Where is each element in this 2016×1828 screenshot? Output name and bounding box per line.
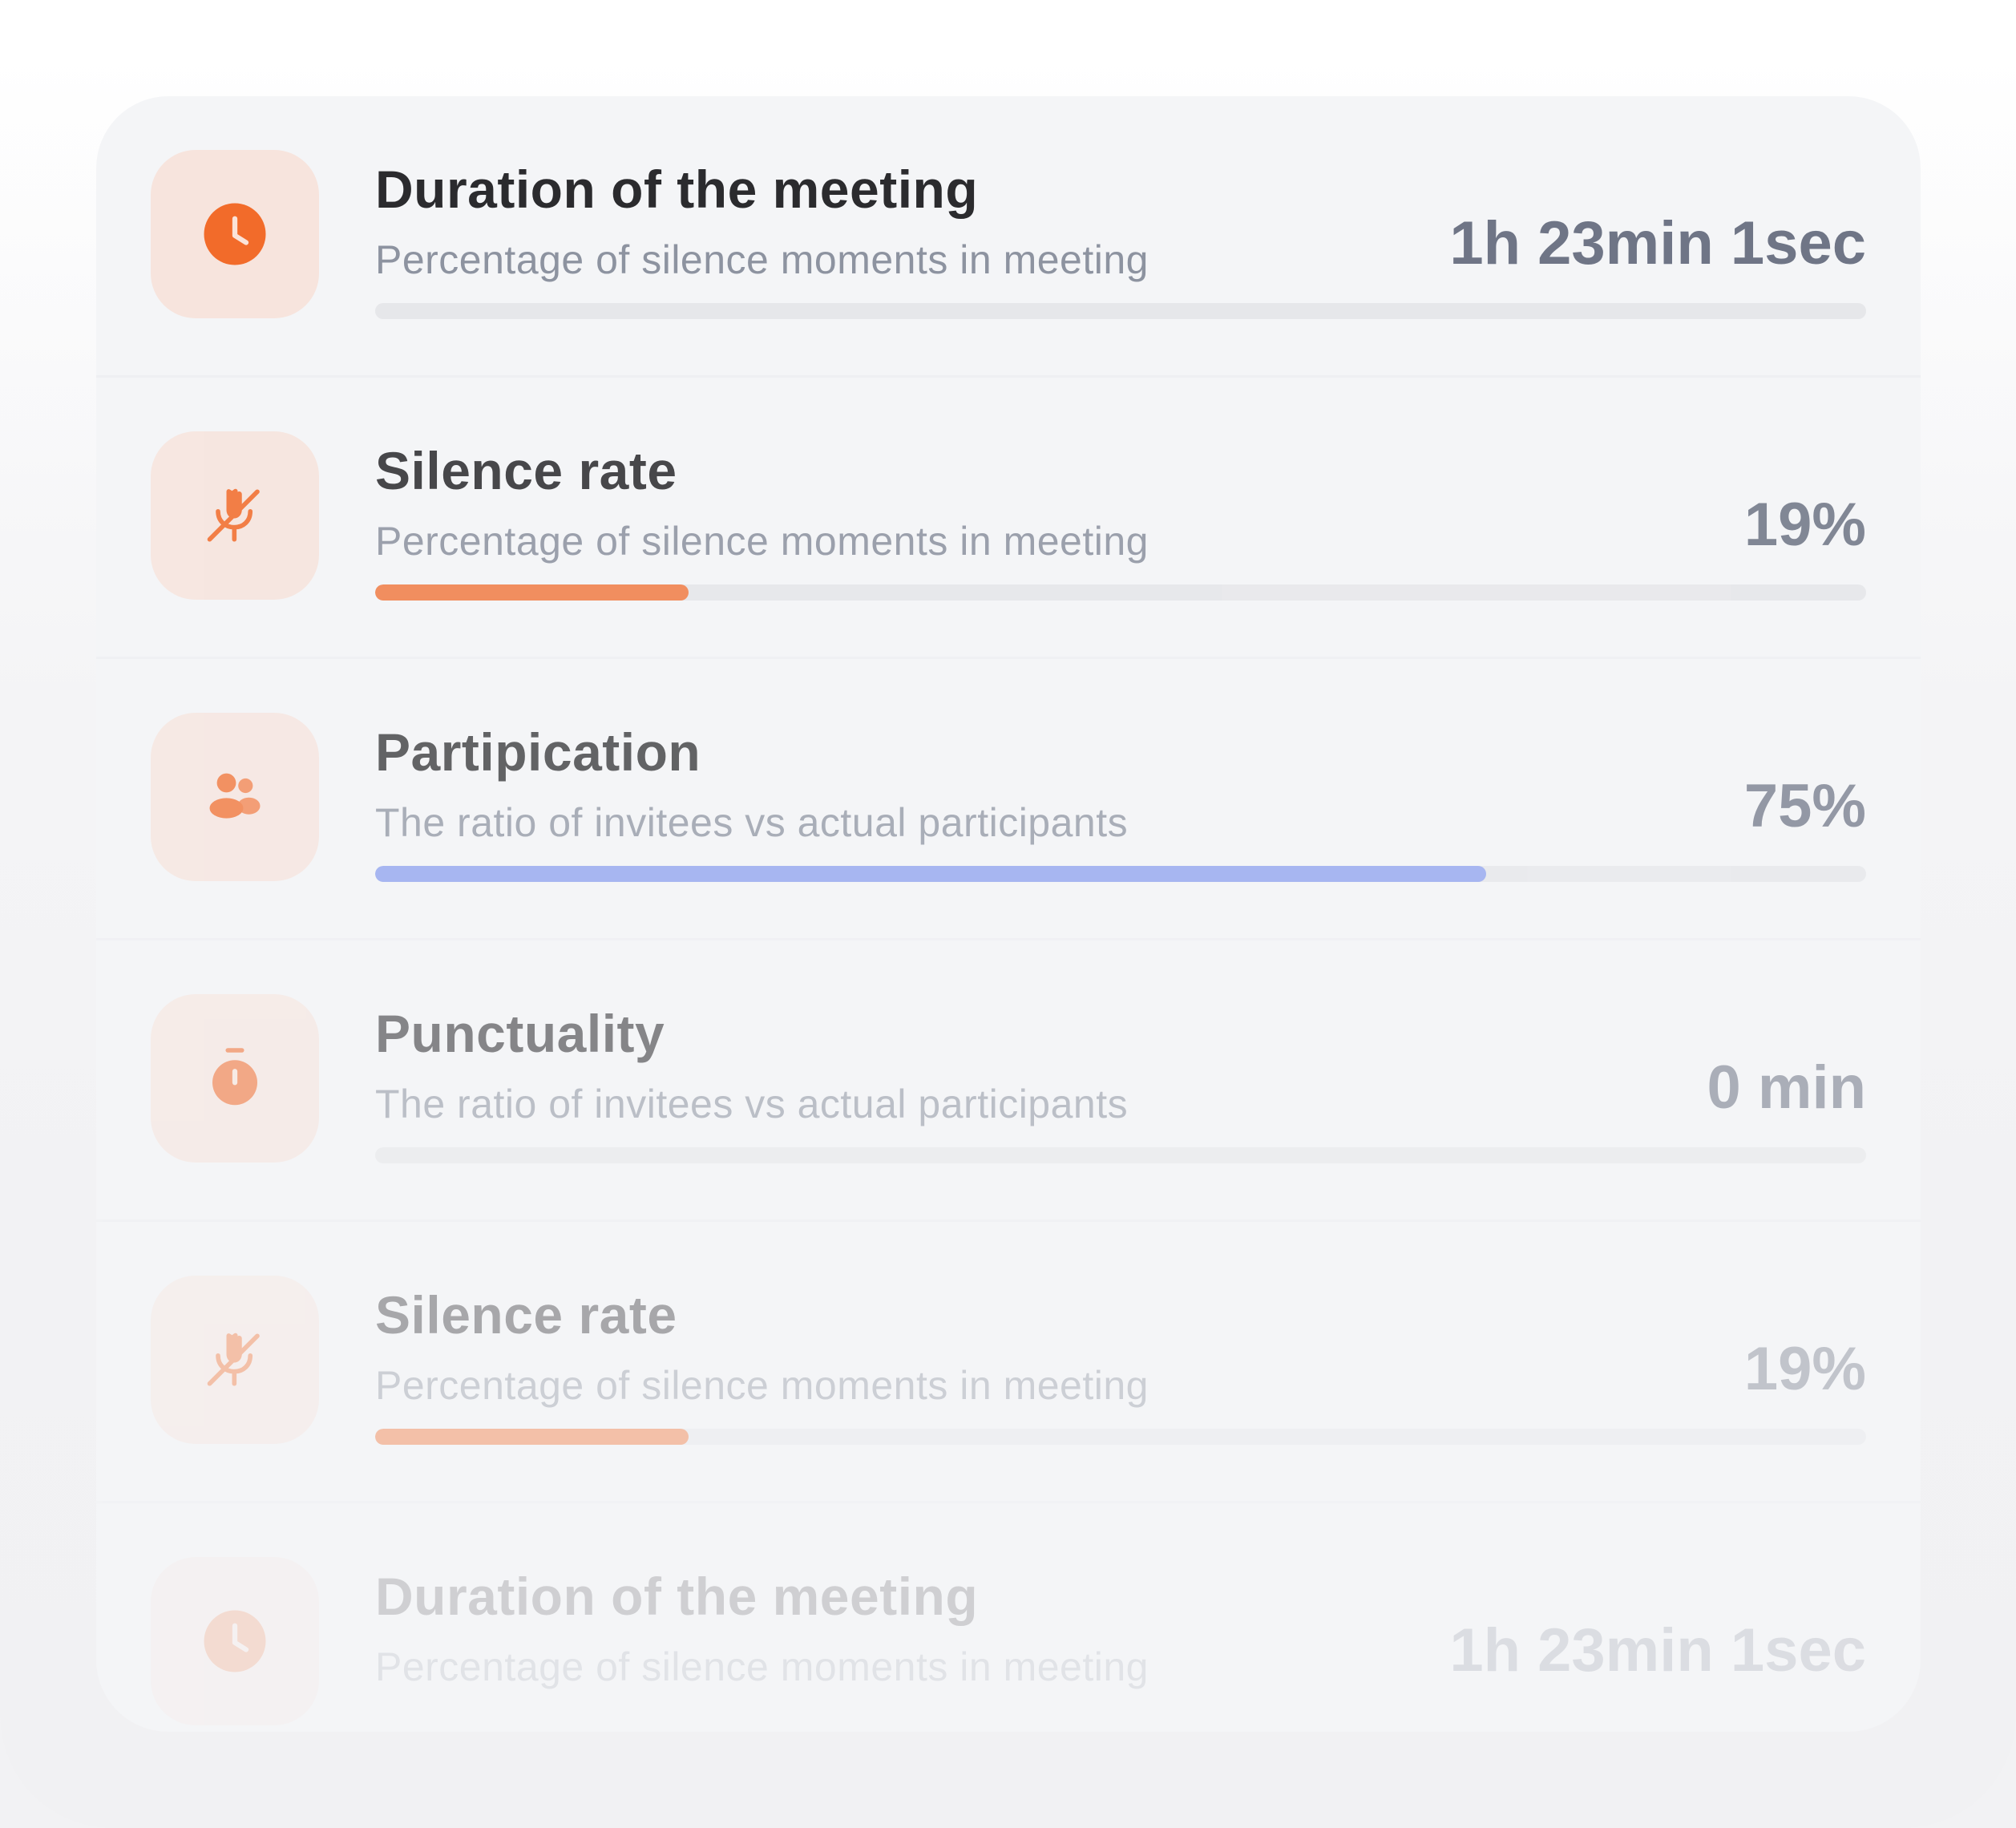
metric-title: Punctuality	[375, 1004, 665, 1063]
progress-track	[375, 303, 1866, 319]
metric-subtitle: Percentage of silence moments in meeting	[375, 237, 1149, 282]
metric-title: Duration of the meeting	[375, 1567, 979, 1626]
progress-fill	[375, 584, 689, 601]
metric-subtitle: The ratio of invitees vs actual particip…	[375, 1082, 1129, 1126]
progress-track	[375, 866, 1866, 882]
users-icon	[209, 773, 261, 819]
progress-track	[375, 1147, 1866, 1163]
metric-row-duration[interactable]: Duration of the meeting Percentage of si…	[96, 96, 1921, 378]
mic-off-icon	[207, 488, 260, 542]
clock-icon	[204, 203, 266, 265]
metric-subtitle: Percentage of silence moments in meeting	[375, 1363, 1149, 1408]
metric-icon-tile	[151, 431, 319, 600]
metric-title: Duration of the meeting	[375, 160, 979, 219]
metric-value: 1h 23min 1sec	[1449, 1616, 1866, 1684]
progress-track	[375, 584, 1866, 601]
metric-subtitle: Percentage of silence moments in meeting	[375, 1644, 1149, 1689]
metric-row-silence-rate[interactable]: Silence rate Percentage of silence momen…	[96, 378, 1921, 659]
metric-row-punctuality[interactable]: Punctuality The ratio of invitees vs act…	[96, 940, 1921, 1222]
metric-icon-tile	[151, 150, 319, 318]
mic-off-icon	[207, 1333, 260, 1386]
metric-value: 19%	[1743, 1335, 1866, 1403]
metric-row-duration[interactable]: Duration of the meeting Percentage of si…	[96, 1503, 1921, 1732]
meeting-metrics-card: Duration of the meeting Percentage of si…	[96, 96, 1921, 1732]
progress-track	[375, 1429, 1866, 1445]
metric-value: 75%	[1743, 772, 1866, 840]
metric-icon-tile	[151, 713, 319, 881]
metric-row-silence-rate[interactable]: Silence rate Percentage of silence momen…	[96, 1222, 1921, 1503]
metric-value: 1h 23min 1sec	[1449, 209, 1866, 277]
metric-icon-tile	[151, 1557, 319, 1725]
metric-subtitle: Percentage of silence moments in meeting	[375, 519, 1149, 564]
metric-title: Silence rate	[375, 1285, 677, 1345]
clock-icon	[204, 1610, 266, 1672]
metric-subtitle: The ratio of invitees vs actual particip…	[375, 800, 1129, 845]
progress-fill	[375, 1429, 689, 1445]
metric-icon-tile	[151, 994, 319, 1163]
metric-row-participation[interactable]: Partipication The ratio of invitees vs a…	[96, 659, 1921, 940]
metric-title: Partipication	[375, 722, 701, 782]
metric-icon-tile	[151, 1276, 319, 1444]
progress-fill	[375, 866, 1486, 882]
metric-value: 0 min	[1707, 1054, 1867, 1122]
metric-value: 19%	[1743, 491, 1866, 559]
stopwatch-icon	[212, 1048, 257, 1106]
metric-title: Silence rate	[375, 441, 677, 500]
